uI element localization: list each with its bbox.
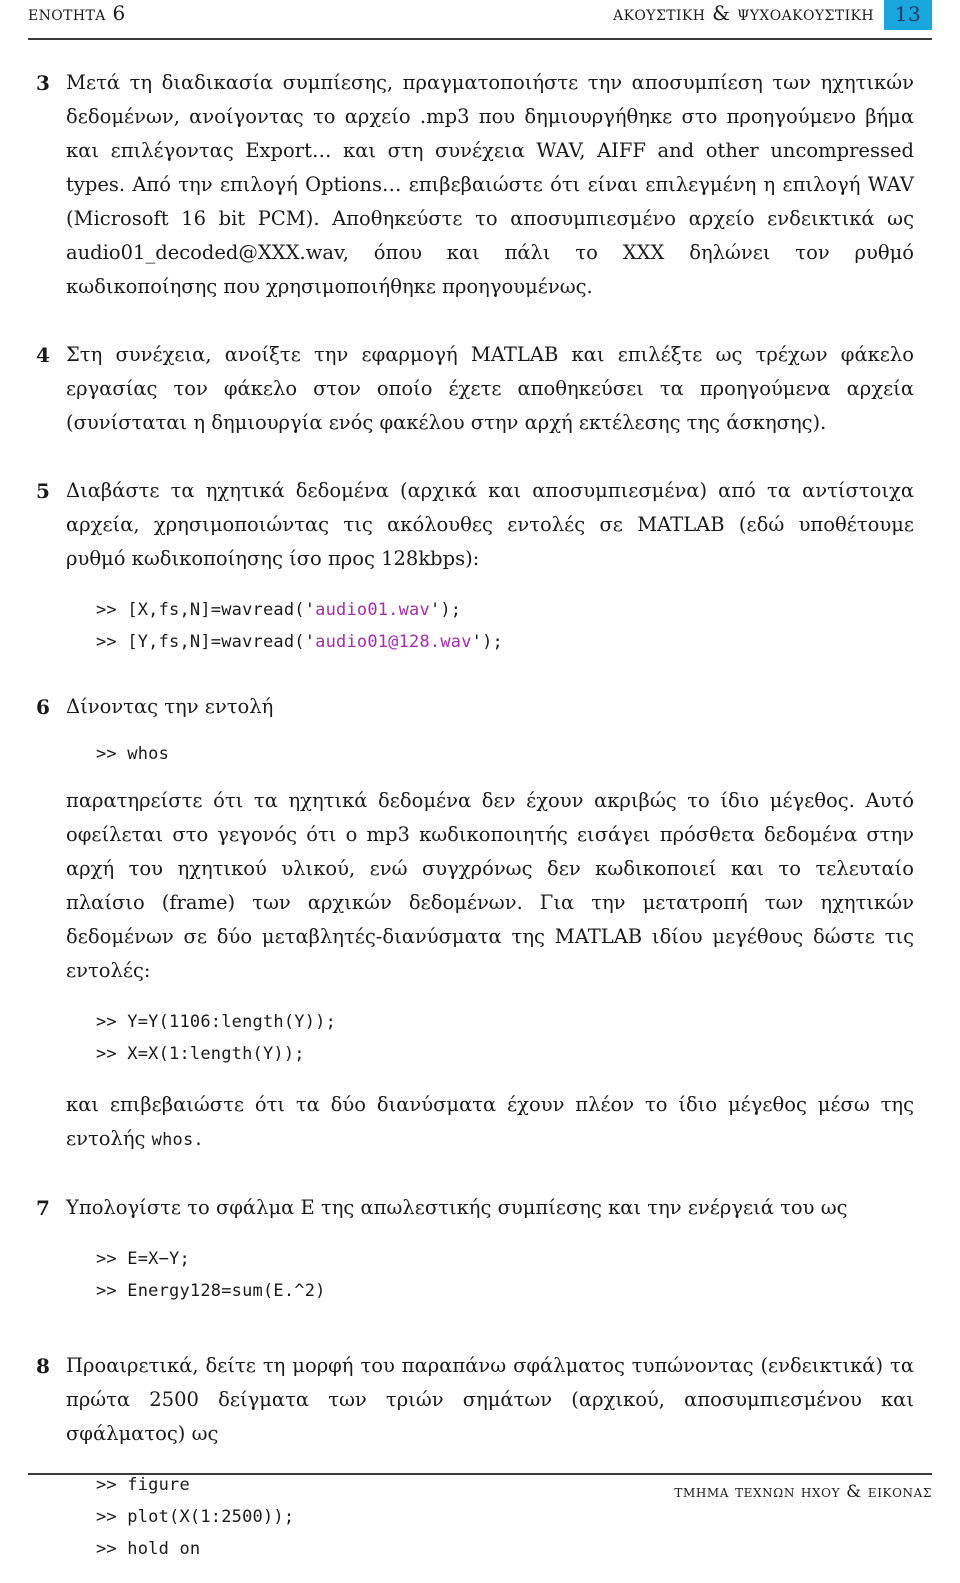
code-line: >> hold on <box>96 1539 201 1559</box>
paragraph-text: και επιβεβαιώστε ότι τα δύο διανύσματα έ… <box>66 1088 914 1157</box>
code-line: >> Y=Y(1106:length(Y)); <box>96 1012 337 1032</box>
footer-department-name: ΤΜΗΜΑ ΤΕΧΝΩΝ ΗΧΟΥ & ΕΙΚΟΝΑΣ <box>674 1482 932 1502</box>
paragraph-text: παρατηρείστε ότι τα ηχητικά δεδομένα δεν… <box>66 789 914 982</box>
list-item-3: 3 Μετά τη διαδικασία συμπίεσης, πραγματο… <box>36 66 914 304</box>
code-text: [X,fs,N]=wavread(' <box>127 600 316 620</box>
list-item-number: 8 <box>36 1354 50 1378</box>
paragraph-text: Στη συνέχεια, ανοίξτε την εφαρμογή MATLA… <box>66 343 914 434</box>
code-string-literal: audio01.wav <box>315 600 430 620</box>
page-content: 3 Μετά τη διαδικασία συμπίεσης, πραγματο… <box>28 40 932 1583</box>
list-item-8: 8 Προαιρετικά, δείτε τη μορφή του παραπά… <box>36 1349 914 1583</box>
code-line: >> Energy128=sum(E.^2) <box>96 1281 326 1301</box>
list-item-7: 7 Υπολογίστε το σφάλμα Ε της απωλεστικής… <box>36 1191 914 1325</box>
page-footer: ΤΜΗΜΑ ΤΕΧΝΩΝ ΗΧΟΥ & ΕΙΚΟΝΑΣ <box>28 1473 932 1504</box>
footer-rule <box>28 1473 932 1475</box>
list-item-body: Υπολογίστε το σφάλμα Ε της απωλεστικής σ… <box>66 1191 914 1325</box>
code-text: '); <box>429 600 462 620</box>
code-text: '); <box>471 632 503 652</box>
list-item-5: 5 Διαβάστε τα ηχητικά δεδομένα (αρχικά κ… <box>36 474 914 676</box>
code-block-wavread: >> [X,fs,N]=wavread('audio01.wav'); >> [… <box>66 594 914 658</box>
paragraph-text: Προαιρετικά, δείτε τη μορφή του παραπάνω… <box>66 1354 914 1445</box>
code-line: >> whos <box>96 744 170 764</box>
paragraph-text: Υπολογίστε το σφάλμα Ε της απωλεστικής σ… <box>66 1196 848 1219</box>
list-item-body: Διαβάστε τα ηχητικά δεδομένα (αρχικά και… <box>66 474 914 676</box>
list-item-body: Μετά τη διαδικασία συμπίεσης, πραγματοπο… <box>66 66 914 304</box>
paragraph-text: Δίνοντας την εντολή <box>66 695 274 718</box>
code-line: >> plot(X(1:2500)); <box>96 1507 295 1527</box>
list-item-number: 3 <box>36 71 50 95</box>
code-prompt: >> <box>96 600 128 620</box>
inline-code-whos: whos. <box>151 1130 204 1150</box>
code-line: >> [Y,fs,N]=wavread('audio01@128.wav'); <box>66 626 914 658</box>
code-block-resize: >> Y=Y(1106:length(Y)); >> X=X(1:length(… <box>66 1006 914 1070</box>
code-line: >> E=X−Y; <box>96 1249 190 1269</box>
list-item-6: 6 Δίνοντας την εντολή >> whos παρατηρείσ… <box>36 690 914 1157</box>
code-line: >> X=X(1:length(Y)); <box>96 1044 305 1064</box>
list-item-number: 5 <box>36 479 50 503</box>
header-right-group: ΑΚΟΥΣΤΙΚΗ & ΨΥΧΟΑΚΟΥΣΤΙΚΗ 13 <box>613 0 932 30</box>
page-header: ΕΝΟΤΗΤΑ 6 ΑΚΟΥΣΤΙΚΗ & ΨΥΧΟΑΚΟΥΣΤΙΚΗ 13 <box>28 0 932 36</box>
header-book-title: ΑΚΟΥΣΤΙΚΗ & ΨΥΧΟΑΚΟΥΣΤΙΚΗ <box>613 1 874 25</box>
header-section-title: ΕΝΟΤΗΤΑ 6 <box>28 1 126 25</box>
paragraph-text: Διαβάστε τα ηχητικά δεδομένα (αρχικά και… <box>66 479 914 570</box>
list-item-body: Προαιρετικά, δείτε τη μορφή του παραπάνω… <box>66 1349 914 1583</box>
page-number-badge: 13 <box>884 0 932 30</box>
code-block-whos: >> whos <box>66 738 914 770</box>
list-item-number: 6 <box>36 695 50 719</box>
code-line: >> [X,fs,N]=wavread('audio01.wav'); <box>66 594 914 626</box>
list-item-body: Δίνοντας την εντολή >> whos παρατηρείστε… <box>66 690 914 1157</box>
code-block-energy: >> E=X−Y; >> Energy128=sum(E.^2) <box>66 1243 914 1307</box>
list-item-number: 7 <box>36 1196 50 1220</box>
code-text: [Y,fs,N]=wavread(' <box>127 632 316 652</box>
code-prompt: >> <box>96 632 128 652</box>
list-item-body: Στη συνέχεια, ανοίξτε την εφαρμογή MATLA… <box>66 338 914 440</box>
list-item-4: 4 Στη συνέχεια, ανοίξτε την εφαρμογή MAT… <box>36 338 914 440</box>
document-page: ΕΝΟΤΗΤΑ 6 ΑΚΟΥΣΤΙΚΗ & ΨΥΧΟΑΚΟΥΣΤΙΚΗ 13 3… <box>0 0 960 1559</box>
paragraph-text: Μετά τη διαδικασία συμπίεσης, πραγματοπο… <box>66 71 914 298</box>
list-item-number: 4 <box>36 343 50 367</box>
code-string-literal: audio01@128.wav <box>315 632 472 652</box>
